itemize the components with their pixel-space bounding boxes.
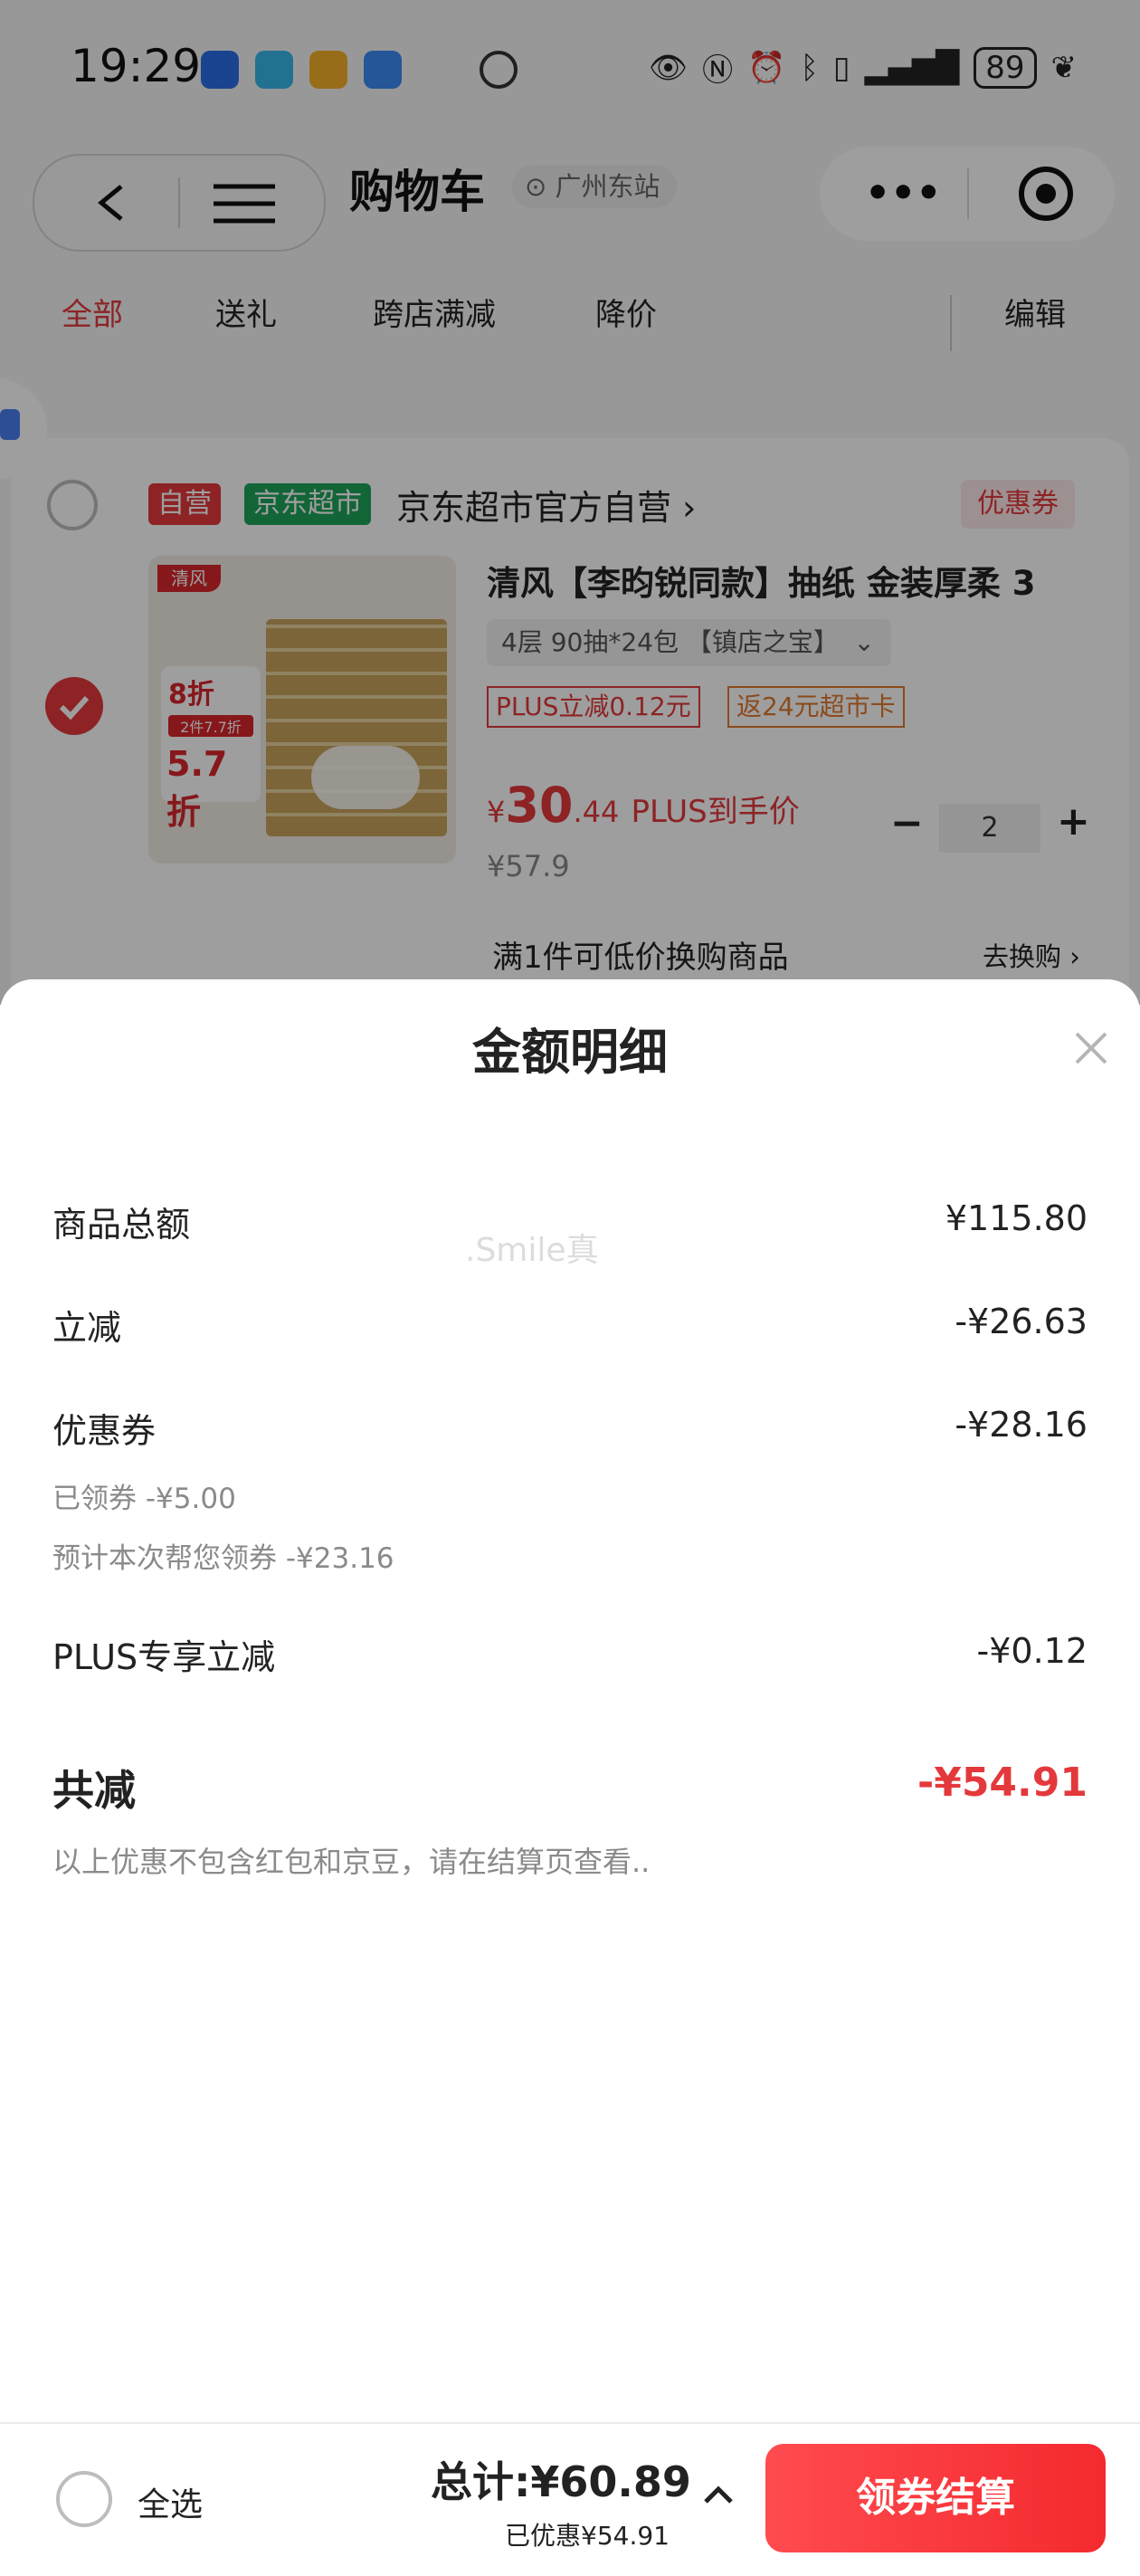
- coupon-auto-claim-note: 预计本次帮您领券 -¥23.16: [52, 1542, 394, 1575]
- row-value-plus-discount: -¥0.12: [976, 1631, 1088, 1671]
- total-discount-value: -¥54.91: [917, 1760, 1088, 1806]
- sheet-title: 金额明细: [472, 1024, 668, 1081]
- select-all-label[interactable]: 全选: [138, 2478, 203, 2525]
- close-icon[interactable]: [1073, 1030, 1109, 1066]
- row-value-instant-discount: -¥26.63: [955, 1302, 1088, 1341]
- total-discount-label: 共减: [52, 1766, 136, 1815]
- row-label-plus-discount: PLUS专享立减: [52, 1637, 276, 1677]
- row-label-total-goods: 商品总额: [52, 1205, 191, 1245]
- discount-note: 以上优惠不包含红包和京豆，请在结算页查看..: [52, 1845, 651, 1879]
- watermark: .Smile真: [465, 1232, 599, 1269]
- row-label-coupon: 优惠券: [52, 1411, 157, 1451]
- chevron-up-icon[interactable]: [700, 2480, 736, 2507]
- checkout-button[interactable]: 领券结算: [765, 2444, 1106, 2552]
- row-label-instant-discount: 立减: [52, 1308, 122, 1348]
- row-value-coupon: -¥28.16: [955, 1405, 1088, 1445]
- modal-overlay[interactable]: [0, 0, 1140, 1005]
- coupon-claimed-note: 已领券 -¥5.00: [52, 1483, 236, 1515]
- saved-amount: 已优惠¥54.91: [505, 2521, 670, 2551]
- row-value-total-goods: ¥115.80: [945, 1198, 1088, 1238]
- select-all-checkbox[interactable]: [56, 2471, 112, 2527]
- total-price: 总计:¥60.89: [431, 2457, 691, 2506]
